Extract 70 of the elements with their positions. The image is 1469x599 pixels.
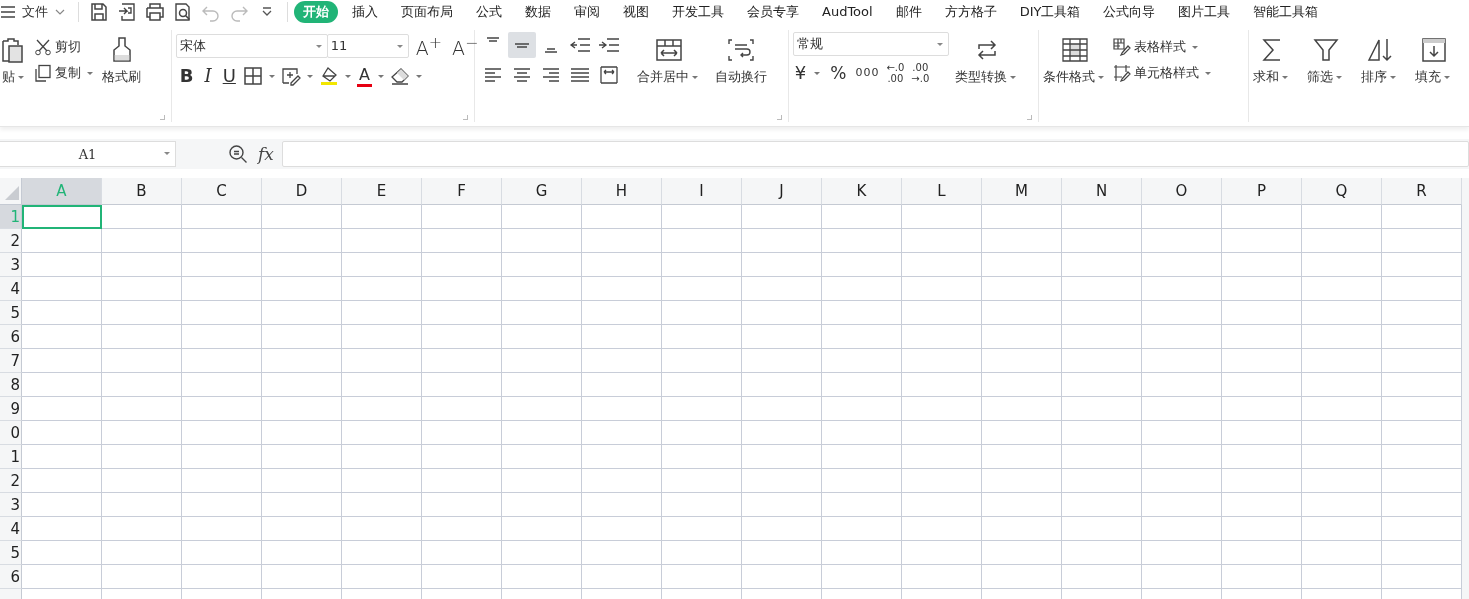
ribbon-tab[interactable]: 公式	[467, 0, 511, 23]
ribbon-tab[interactable]: 页面布局	[392, 0, 462, 23]
borders-icon[interactable]	[242, 66, 263, 87]
customize-icon[interactable]	[261, 5, 273, 18]
ribbon-tab[interactable]: 数据	[516, 0, 560, 23]
percent-button[interactable]: %	[826, 62, 851, 84]
function-label[interactable]: fx	[258, 144, 274, 164]
ribbon-tab[interactable]: 审阅	[565, 0, 609, 23]
menu-icon	[0, 3, 16, 20]
type-convert-button[interactable]: 类型转换	[954, 32, 1019, 86]
table-grid-icon	[1060, 36, 1089, 64]
currency-button[interactable]: ¥	[792, 62, 809, 84]
eraser-icon[interactable]	[389, 66, 410, 87]
increase-decimal-button[interactable]: ←.0 .00	[884, 62, 907, 84]
active-cell[interactable]	[22, 205, 102, 229]
vertical-align-button[interactable]	[507, 32, 536, 58]
print-icon[interactable]	[145, 1, 165, 22]
ribbon-tab[interactable]: 公式向导	[1094, 0, 1165, 23]
decrease-font-button[interactable]: A$^{−}$	[449, 32, 482, 60]
conditional-format-button[interactable]: 条件格式	[1042, 32, 1107, 86]
cut-button[interactable]: 剪切	[34, 38, 96, 56]
format-painter-button[interactable]: 格式刷	[102, 32, 141, 86]
increase-font-button[interactable]: A$^{+}$	[412, 32, 446, 60]
underline-button[interactable]: U	[218, 65, 240, 88]
fill-color-icon[interactable]	[318, 66, 339, 87]
thousands-button[interactable]: 000	[853, 62, 882, 84]
ribbon-tab[interactable]: 智能工具箱	[1244, 0, 1328, 23]
number-format-dropdown[interactable]: 常规	[792, 32, 949, 56]
ribbon-tab[interactable]: 会员专享	[738, 0, 808, 23]
editing-button[interactable]: 填充	[1415, 32, 1453, 86]
ribbon-tab[interactable]: DIY工具箱	[1010, 0, 1090, 23]
sort-icon	[1366, 36, 1394, 64]
fill-down-icon	[1420, 36, 1448, 64]
formula-input[interactable]	[281, 141, 1469, 167]
font-color-button[interactable]: A	[356, 65, 372, 87]
scissors-icon	[34, 38, 52, 56]
copy-button[interactable]: 复制	[34, 64, 96, 82]
bold-button[interactable]: B	[175, 65, 198, 88]
funnel-icon	[1312, 36, 1340, 64]
ribbon-tab[interactable]: 图片工具	[1169, 0, 1240, 23]
font-name-dropdown[interactable]: 宋体	[175, 33, 328, 58]
name-box[interactable]: A1	[0, 141, 176, 167]
paste-button[interactable]: 贴	[0, 32, 28, 86]
wrap-text-button[interactable]: 自动换行	[706, 32, 767, 86]
font-size-dropdown[interactable]: 11	[326, 33, 409, 58]
table-brush-icon	[1112, 38, 1131, 56]
preview-icon[interactable]	[173, 1, 193, 22]
editing-button[interactable]: 求和	[1253, 32, 1291, 86]
export-icon[interactable]	[117, 1, 137, 22]
file-menu[interactable]: 文件	[0, 2, 72, 21]
ribbon-tab[interactable]: 开发工具	[663, 0, 733, 23]
editing-button[interactable]: 筛选	[1307, 32, 1345, 86]
decrease-decimal-button[interactable]: .00 →.0	[909, 62, 932, 84]
editing-button[interactable]: 排序	[1361, 32, 1399, 86]
merge-cells-icon	[654, 36, 683, 64]
zoom-icon[interactable]	[228, 144, 248, 164]
italic-button[interactable]: I	[200, 65, 216, 88]
ribbon-tab[interactable]: 视图	[614, 0, 658, 23]
save-icon[interactable]	[89, 1, 109, 22]
ribbon-tab[interactable]: AudTool	[813, 2, 882, 21]
cell-brush-icon	[1112, 64, 1131, 82]
ribbon-tab[interactable]: 方方格子	[935, 0, 1006, 23]
ribbon-tab[interactable]: 邮件	[886, 0, 931, 23]
cell-pen-icon[interactable]	[280, 66, 301, 87]
merge-center-button[interactable]: 合并居中	[628, 32, 701, 86]
cell-style-button[interactable]: 单元格样式	[1112, 64, 1214, 82]
copy-icon	[34, 64, 52, 82]
wrap-text-icon	[726, 36, 755, 64]
ribbon-tab[interactable]: 插入	[343, 0, 387, 23]
table-style-button[interactable]: 表格样式	[1112, 38, 1214, 56]
